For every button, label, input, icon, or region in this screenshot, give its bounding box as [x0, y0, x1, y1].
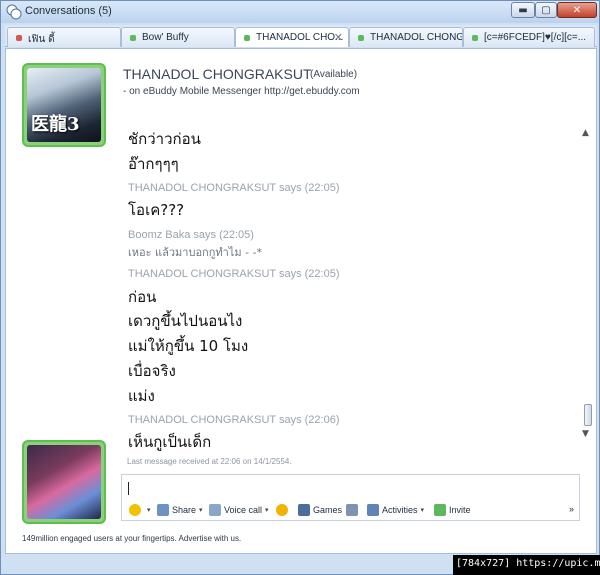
title-bar[interactable]: Conversations (5) ▬ ▢ ✕ [1, 1, 599, 23]
message-text: เห็นกูเป็นเด็ก [128, 433, 212, 451]
maximize-button[interactable]: ▢ [535, 2, 557, 18]
minimize-icon: ▬ [518, 4, 528, 16]
tab-close-icon[interactable]: ✕ [334, 31, 343, 44]
contact-avatar-image: 医龍3 [27, 68, 101, 142]
tab-label: THANADOL CHONG... [370, 32, 463, 43]
message-text: แม่ให้กูขึ้น 10 โมง [128, 337, 249, 355]
conversation-panel: 医龍3 THANADOL CHONGRAKSUT (Available) - o… [5, 48, 597, 554]
chevron-down-icon: ▾ [420, 507, 425, 514]
nudge-icon [276, 504, 288, 516]
tab-conversation-1[interactable]: เฟิน ดี้ [7, 27, 121, 47]
photo-icon [157, 504, 169, 516]
chevron-down-icon: ▾ [199, 507, 203, 514]
voice-call-button[interactable]: Voice call ▾ [209, 504, 269, 516]
tab-label: เฟิน ดี้ [28, 34, 55, 45]
tab-conversation-4[interactable]: THANADOL CHONG... [349, 27, 463, 47]
smiley-icon [129, 504, 141, 516]
message-text: โอเค??? [128, 201, 185, 219]
my-avatar[interactable] [22, 440, 106, 524]
maximize-icon: ▢ [541, 4, 551, 16]
status-dot-icon [358, 35, 364, 41]
image-host-watermark: [784x727] https://upic.me/ [453, 555, 600, 575]
status-dot-icon [130, 35, 136, 41]
close-button[interactable]: ✕ [557, 2, 597, 18]
message-text: เบื่อจริง [128, 362, 176, 380]
sender-line: THANADOL CHONGRAKSUT says (22:06) [128, 414, 340, 426]
message-text: ชักว่าวก่อน [128, 130, 201, 148]
add-user-icon [434, 504, 446, 516]
message-text: แม่ง [128, 387, 155, 405]
scroll-down-icon[interactable]: ▼ [582, 429, 589, 439]
status-dot-icon [244, 35, 250, 41]
nudge-button[interactable] [276, 504, 291, 516]
message-text: อ๊ากๆๆๆ [128, 155, 179, 173]
contact-status: (Available) [310, 69, 358, 80]
sender-line: THANADOL CHONGRAKSUT says (22:05) [128, 182, 340, 194]
activities-button[interactable]: Activities ▾ [367, 504, 424, 516]
close-icon: ✕ [572, 4, 582, 16]
phone-icon [209, 504, 221, 516]
share-button[interactable]: Share ▾ [157, 504, 203, 516]
text-caret [128, 482, 129, 495]
tab-conversation-2[interactable]: Bow' Buffy [121, 27, 235, 47]
contact-subtitle: - on eBuddy Mobile Messenger http://get.… [123, 86, 360, 97]
scrollbar-thumb[interactable] [584, 404, 592, 426]
chevron-down-icon: ▾ [147, 507, 151, 514]
minimize-button[interactable]: ▬ [511, 2, 535, 18]
window-title: Conversations (5) [25, 5, 112, 17]
sender-line: Boomz Baka says (22:05) [128, 229, 254, 241]
message-text: เหอะ แล้วมาบอกกูทำไม - -* [128, 246, 263, 259]
invite-button[interactable]: Invite [434, 504, 471, 516]
status-dot-icon [472, 35, 478, 41]
conversation-tabs: เฟิน ดี้ Bow' Buffy THANADOL CHO... ✕ TH… [5, 25, 597, 47]
games-label: Games [313, 505, 343, 515]
sender-line: THANADOL CHONGRAKSUT says (22:05) [128, 268, 340, 280]
advert-footer[interactable]: 149million engaged users at your fingert… [22, 534, 241, 543]
status-dot-icon [16, 35, 22, 41]
chevron-down-icon: ▾ [265, 507, 269, 514]
activities-label: Activities [382, 505, 418, 515]
contact-name: THANADOL CHONGRAKSUT [123, 66, 312, 82]
games-icon [298, 504, 310, 516]
tab-label: THANADOL CHO... [256, 32, 344, 43]
block-icon [346, 504, 358, 516]
message-text: เดวกูขึ้นไปนอนไง [128, 312, 243, 330]
tab-label: [c=#6FCEDF]♥[/c][c=... [484, 32, 587, 43]
contact-avatar[interactable]: 医龍3 [22, 63, 106, 147]
games-button[interactable]: Games [298, 504, 342, 516]
more-icon: » [569, 504, 575, 514]
conversations-window: Conversations (5) ▬ ▢ ✕ เฟิน ดี้ Bow' Bu… [0, 0, 600, 575]
share-label: Share [172, 505, 197, 515]
block-button[interactable] [346, 504, 361, 516]
compose-toolbar: ▾ Share ▾ Voice call ▾ Games Activities … [121, 501, 580, 521]
message-text: ก่อน [128, 288, 157, 306]
avatar-title-text: 医龍3 [31, 114, 80, 135]
tab-conversation-5[interactable]: [c=#6FCEDF]♥[/c][c=... [463, 27, 595, 47]
invite-label: Invite [449, 505, 471, 515]
more-button[interactable]: » [569, 504, 574, 514]
tab-conversation-3[interactable]: THANADOL CHO... ✕ [235, 27, 349, 47]
last-received-note: Last message received at 22:06 on 14/1/2… [127, 457, 292, 466]
my-avatar-image [27, 445, 101, 519]
activities-icon [367, 504, 379, 516]
emoticon-button[interactable]: ▾ [129, 504, 151, 516]
scroll-up-icon[interactable]: ▲ [582, 128, 589, 138]
voice-call-label: Voice call [224, 505, 263, 515]
tab-label: Bow' Buffy [142, 32, 189, 43]
ebuddy-logo-icon [6, 4, 22, 20]
